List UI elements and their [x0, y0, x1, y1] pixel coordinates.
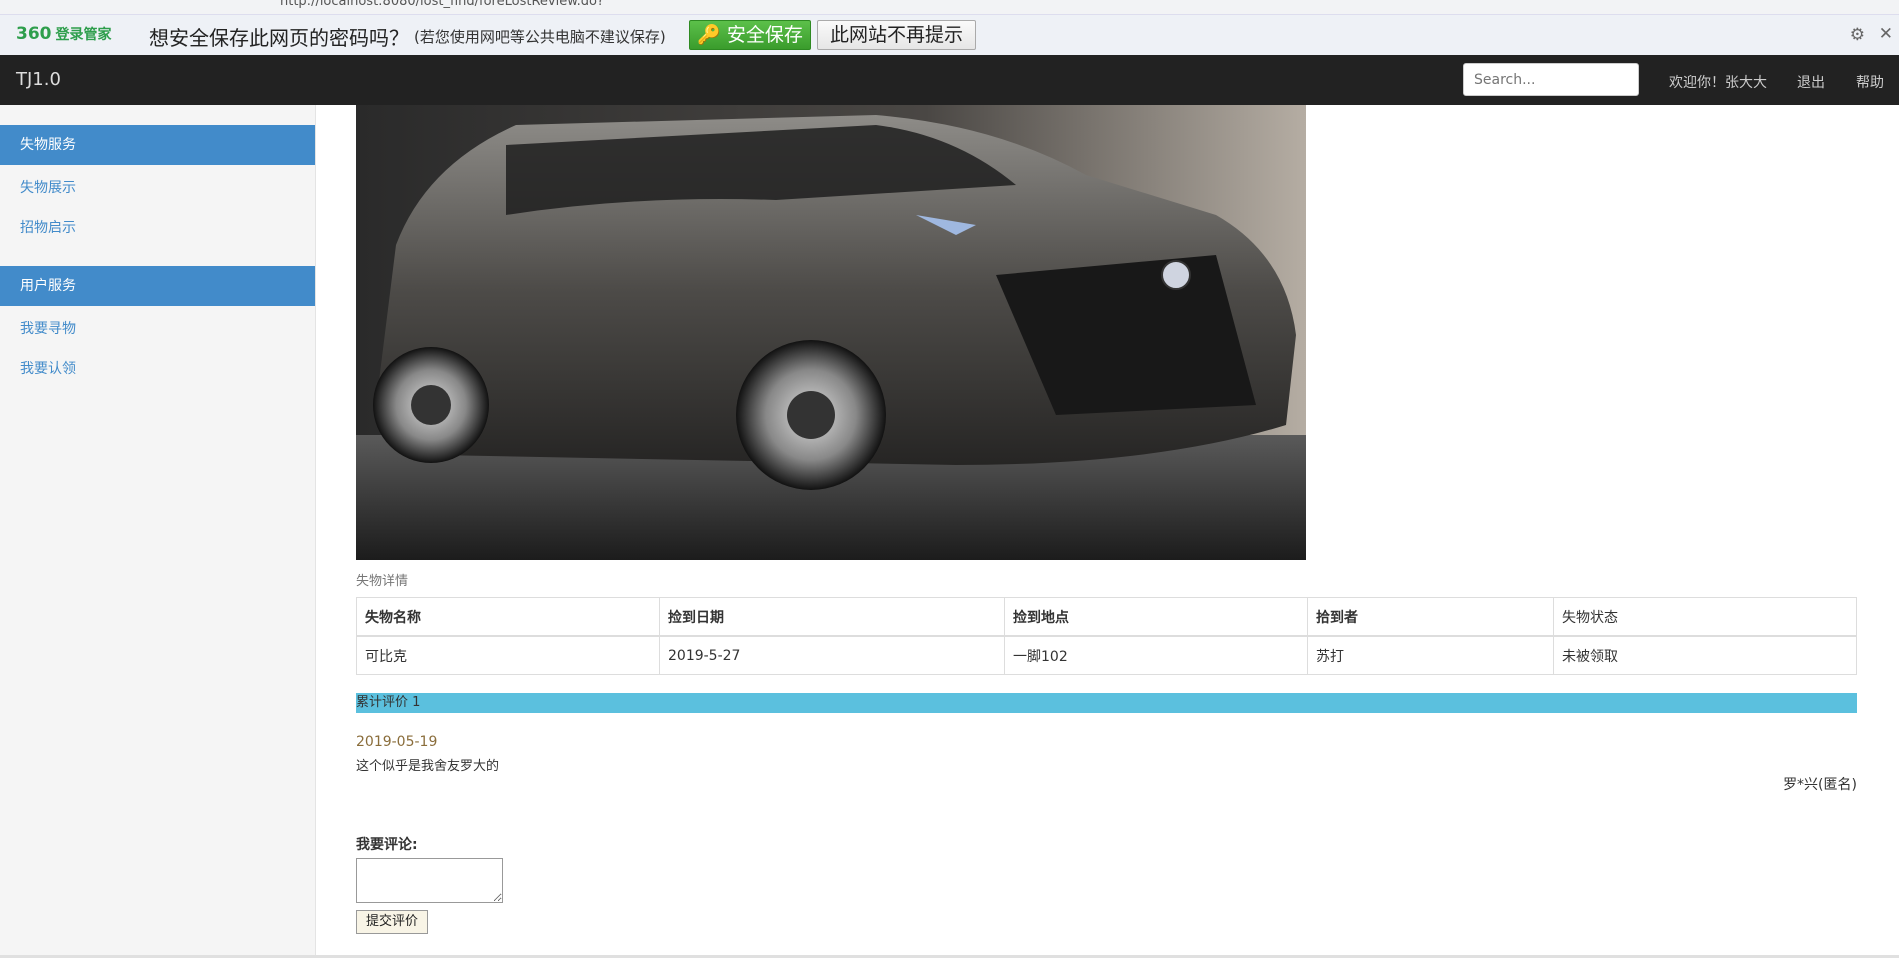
comment-form-label: 我要评论:: [356, 837, 418, 853]
never-remind-button[interactable]: 此网站不再提示: [817, 20, 976, 50]
header-found-date: 捡到日期: [659, 597, 1005, 637]
welcome-link[interactable]: 欢迎你！张大大: [1669, 72, 1767, 92]
help-link[interactable]: 帮助: [1856, 72, 1884, 92]
cell-item-status: 未被领取: [1553, 635, 1857, 675]
header-found-location: 捡到地点: [1004, 597, 1308, 637]
brand-sub: 登录管家: [55, 27, 112, 43]
comment-author: 罗*兴(匿名): [1783, 777, 1857, 793]
sidebar-item-found-notice[interactable]: 招物启示: [20, 217, 76, 237]
header-item-name: 失物名称: [356, 597, 660, 637]
item-details-table: 失物名称 捡到日期 捡到地点 拾到者 失物状态 可比克 2019-5-27 一脚…: [356, 597, 1857, 675]
cell-item-name: 可比克: [356, 635, 660, 675]
cell-found-date: 2019-5-27: [659, 635, 1005, 675]
lost-item-photo: [356, 105, 1306, 560]
search-input[interactable]: [1463, 63, 1639, 96]
browser-chrome: http://localhost:8080/lost_find/foreLost…: [0, 0, 1899, 15]
comment-date: 2019-05-19: [356, 734, 438, 750]
sidebar: 失物服务 失物展示 招物启示 用户服务 我要寻物 我要认领: [0, 105, 316, 958]
header-finder: 拾到者: [1307, 597, 1554, 637]
sidebar-item-lost-display[interactable]: 失物展示: [20, 177, 76, 197]
safe-save-button[interactable]: 🔑 安全保存: [689, 20, 811, 50]
comment-text: 这个似乎是我舍友罗大的: [356, 759, 500, 774]
logout-link[interactable]: 退出: [1797, 72, 1825, 92]
table-row: 可比克 2019-5-27 一脚102 苏打 未被领取: [356, 635, 1857, 675]
safe-save-label: 安全保存: [726, 24, 803, 46]
sidebar-header-user-services[interactable]: 用户服务: [0, 266, 315, 306]
cell-finder: 苏打: [1307, 635, 1554, 675]
sidebar-item-seek-item[interactable]: 我要寻物: [20, 318, 76, 338]
comment-textarea[interactable]: [356, 858, 503, 903]
submit-review-button[interactable]: 提交评价: [356, 910, 428, 934]
table-header-row: 失物名称 捡到日期 捡到地点 拾到者 失物状态: [356, 597, 1857, 637]
password-question: 想安全保存此网页的密码吗？: [149, 26, 409, 50]
header-item-status: 失物状态: [1553, 597, 1857, 637]
site-logo[interactable]: TJ1.0: [16, 69, 61, 90]
key-icon: 🔑: [697, 24, 721, 46]
brand-number: 360: [16, 24, 52, 44]
cell-found-location: 一脚102: [1004, 635, 1308, 675]
item-details-caption: 失物详情: [356, 574, 409, 589]
password-save-bar: 360 登录管家 想安全保存此网页的密码吗？ (若您使用网吧等公共电脑不建议保存)…: [0, 15, 1899, 56]
address-bar[interactable]: http://localhost:8080/lost_find/foreLost…: [280, 0, 604, 9]
sidebar-header-lost-services[interactable]: 失物服务: [0, 125, 315, 165]
gear-icon[interactable]: ⚙: [1850, 25, 1865, 45]
brand-logo: 360 登录管家: [16, 24, 112, 44]
sidebar-item-claim-item[interactable]: 我要认领: [20, 358, 76, 378]
comment-count-bar: 累计评价 1: [356, 693, 1857, 713]
password-hint: (若您使用网吧等公共电脑不建议保存): [414, 28, 666, 46]
close-icon[interactable]: ✕: [1879, 24, 1893, 44]
top-navbar: TJ1.0 欢迎你！张大大 退出 帮助: [0, 55, 1899, 105]
